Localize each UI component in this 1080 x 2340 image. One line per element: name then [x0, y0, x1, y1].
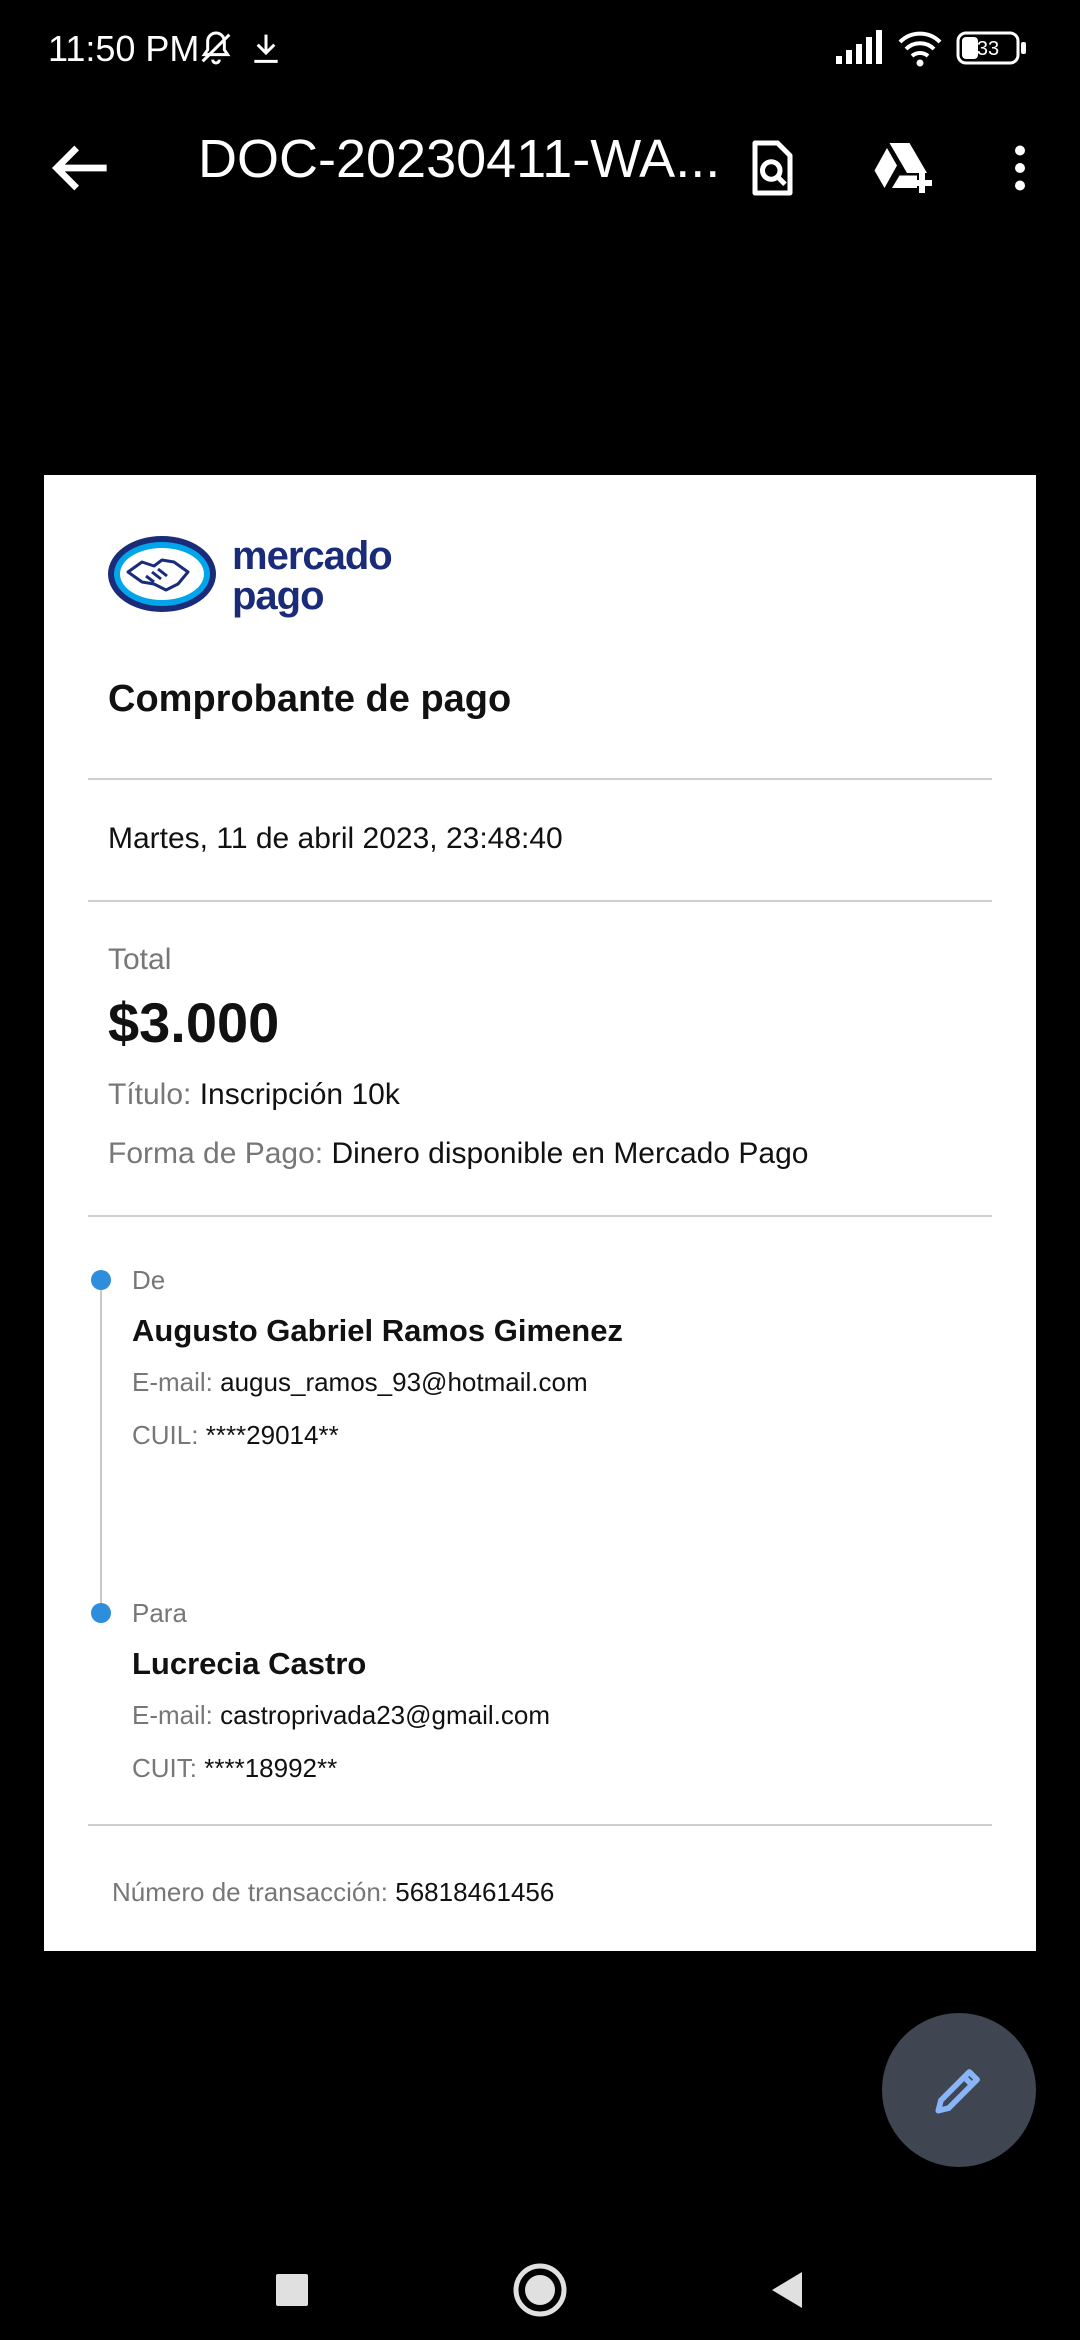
transaction-number: 56818461456	[395, 1877, 555, 1907]
more-options-button[interactable]	[972, 120, 1068, 216]
from-dot	[91, 1270, 111, 1290]
battery-level: 33	[977, 38, 999, 60]
home-circle-icon	[513, 2263, 567, 2317]
payment-method-label: Forma de Pago:	[108, 1137, 324, 1170]
recents-square-icon	[276, 2274, 308, 2306]
sender-name: Augusto Gabriel Ramos Gimenez	[132, 1313, 623, 1348]
total-amount: $3.000	[108, 991, 280, 1054]
total-label: Total	[108, 943, 172, 976]
payment-method-value: Dinero disponible en Mercado Pago	[331, 1137, 809, 1170]
battery-icon: 33	[956, 30, 1028, 71]
logo-text-pago: pago	[232, 574, 325, 618]
more-vert-icon	[1015, 145, 1025, 191]
drive-add-icon	[874, 143, 932, 193]
home-button[interactable]	[500, 2250, 580, 2330]
receipt-heading: Comprobante de pago	[108, 678, 512, 720]
sender-id-label: CUIL:	[132, 1420, 199, 1450]
title-row: Título: Inscripción 10k	[108, 1078, 400, 1112]
download-icon	[246, 28, 286, 73]
recipient-id-label: CUIT:	[132, 1753, 197, 1783]
divider	[88, 900, 992, 902]
recipient-email-row: E-mail: castroprivada23@gmail.com	[132, 1700, 550, 1731]
system-nav-bar	[0, 2220, 1080, 2340]
back-nav-button[interactable]	[748, 2250, 828, 2330]
search-in-document-button[interactable]	[722, 120, 818, 216]
back-triangle-icon	[772, 2272, 802, 2308]
add-to-drive-button[interactable]	[854, 120, 950, 216]
pencil-icon	[935, 2069, 980, 2114]
logo-text-mercado: mercado	[232, 534, 393, 578]
muted-bell-icon	[196, 28, 236, 73]
document-page: mercado pago Comprobante de pago Martes,…	[44, 475, 1036, 1951]
sender-email-row: E-mail: augus_ramos_93@hotmail.com	[132, 1367, 588, 1398]
edit-fab-button[interactable]	[882, 2013, 1036, 2167]
recipient-id: ****18992**	[204, 1753, 338, 1783]
to-label: Para	[132, 1598, 187, 1628]
wifi-icon	[896, 28, 944, 73]
recipient-id-row: CUIT: ****18992**	[132, 1753, 337, 1784]
recents-button[interactable]	[252, 2250, 332, 2330]
status-bar: 11:50 PM 33	[0, 0, 1080, 100]
recipient-email-label: E-mail:	[132, 1700, 213, 1730]
transaction-row: Número de transacción: 56818461456	[112, 1877, 554, 1908]
timeline-line	[100, 1279, 102, 1609]
title-value: Inscripción 10k	[199, 1078, 400, 1111]
divider	[88, 1215, 992, 1217]
payment-method-row: Forma de Pago: Dinero disponible en Merc…	[108, 1137, 808, 1171]
sender-email-label: E-mail:	[132, 1367, 213, 1397]
transaction-label: Número de transacción:	[112, 1877, 389, 1907]
title-label: Título:	[108, 1078, 192, 1111]
app-bar: DOC-20230411-WA...	[0, 100, 1080, 220]
signal-icon	[834, 28, 884, 73]
recipient-name: Lucrecia Castro	[132, 1646, 367, 1681]
divider	[88, 1824, 992, 1826]
sender-id: ****29014**	[205, 1420, 339, 1450]
mercado-pago-logo: mercado pago	[106, 530, 426, 620]
back-arrow-icon	[51, 145, 107, 191]
divider	[88, 778, 992, 780]
sender-id-row: CUIL: ****29014**	[132, 1420, 339, 1451]
sender-email: augus_ramos_93@hotmail.com	[220, 1367, 588, 1397]
search-document-icon	[752, 140, 793, 196]
payment-date: Martes, 11 de abril 2023, 23:48:40	[108, 822, 563, 855]
recipient-email: castroprivada23@gmail.com	[220, 1700, 551, 1730]
handshake-logo-icon	[108, 536, 216, 612]
from-label: De	[132, 1265, 166, 1295]
to-dot	[91, 1603, 111, 1623]
back-button[interactable]	[40, 128, 120, 208]
document-title: DOC-20230411-WA...	[198, 129, 721, 189]
status-time: 11:50 PM	[48, 28, 200, 69]
